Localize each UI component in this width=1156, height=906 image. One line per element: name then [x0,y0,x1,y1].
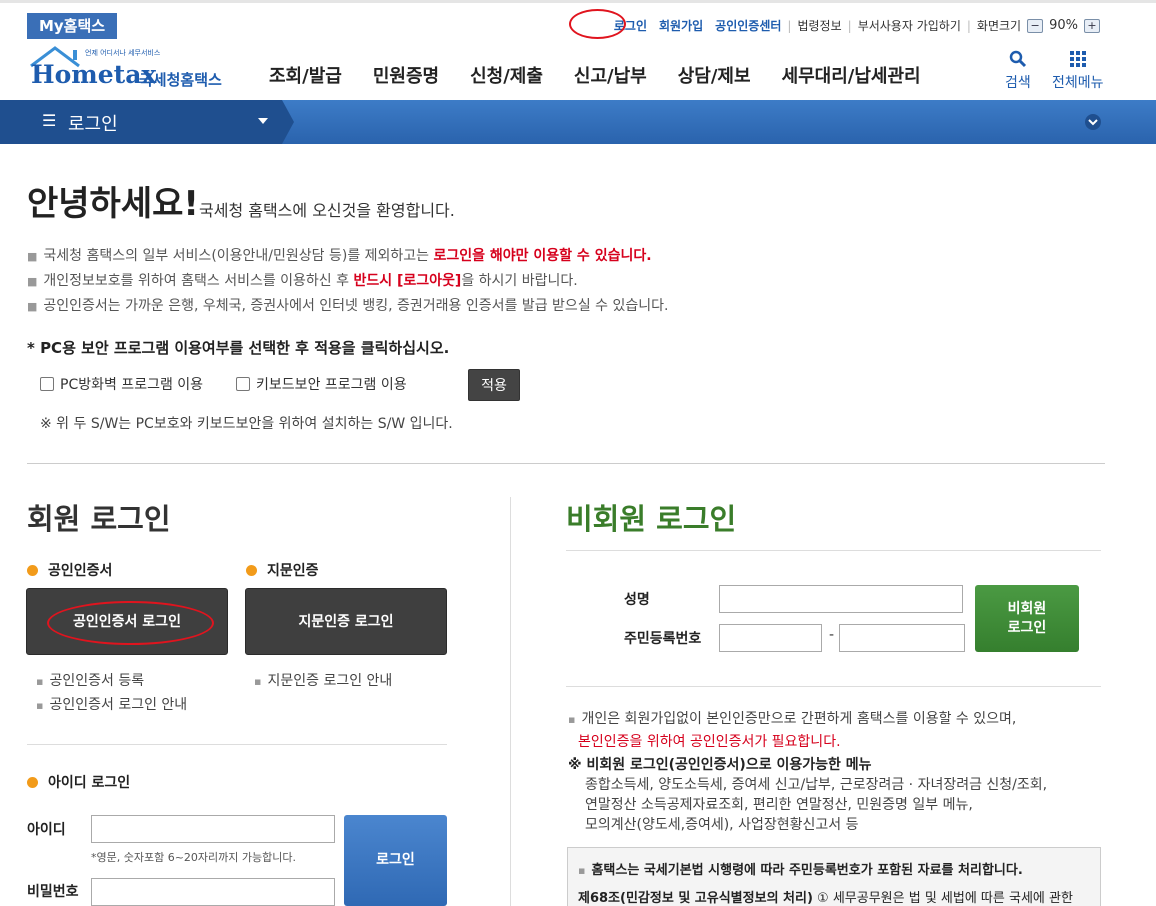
id-field-label: 아이디 [27,822,66,838]
greeting-subtitle: 국세청 홈택스에 오신것을 환영합니다. [199,201,455,220]
divider [566,550,1101,551]
search-tool[interactable]: 검색 [1005,50,1031,92]
apply-button[interactable]: 적용 [468,369,520,401]
security-options: PC방화벽 프로그램 이용 키보드보안 프로그램 이용 [40,374,407,394]
privacy-notice-heading: ▪ 홈택스는 국세기본법 시행령에 따라 주민등록번호가 포함된 자료를 처리합니… [578,863,1023,878]
caret-down-icon[interactable] [258,118,268,124]
utility-links: 로그인 회원가입 공인인증센터 | 법령정보 | 부서사용자 가입하기 | 화면… [614,17,1100,34]
logo-wordmark: Hometax [31,60,157,89]
zoom-control: − 90% + [1027,18,1100,33]
cert-register-link[interactable]: ▪ 공인인증서 등록 [36,670,144,690]
cert-center-link[interactable]: 공인인증센터 [715,17,781,34]
zoom-value: 90% [1049,18,1078,33]
logo-tagline: 언제 어디서나 세무서비스 [85,49,161,57]
nav-item-application[interactable]: 신청/제출 [470,62,543,88]
firewall-checkbox[interactable] [40,377,54,391]
grid-icon [1052,50,1104,72]
logo-subtitle: 국세청홈택스 [139,71,222,89]
cert-guide-link[interactable]: ▪ 공인인증서 로그인 안내 [36,694,187,714]
nonmember-info: ▪ 개인은 회원가입없이 본인인증만으로 간편하게 홈택스를 이용할 수 있으며,… [568,711,1017,750]
zoom-in-button[interactable]: + [1084,18,1100,33]
divider [566,686,1101,687]
dept-user-signup-link[interactable]: 부서사용자 가입하기 [858,17,961,34]
nonmember-menu-list: 종합소득세, 양도소득세, 증여세 신고/납부, 근로장려금 · 자녀장려금 신… [585,777,1048,833]
keyboard-security-checkbox[interactable] [236,377,251,391]
screen-size-label: 화면크기 [976,19,1022,33]
note-item: ■ 개인정보보호를 위하여 홈택스 서비스를 이용하신 후 반드시 [로그아웃]을… [27,273,578,289]
id-hint: *영문, 숫자포함 6~20자리까지 가능합니다. [91,851,296,864]
password-field-label: 비밀번호 [27,884,79,900]
all-menu-tool[interactable]: 전체메뉴 [1052,50,1104,92]
software-note: ※ 위 두 S/W는 PC보호와 키보드보안을 위하여 설치하는 S/W 입니다… [40,416,453,432]
rrn-first-input[interactable] [719,624,822,652]
divider [27,463,1105,464]
vertical-divider [510,497,511,906]
nonmember-login-title: 비회원 로그인 [566,502,737,536]
password-input[interactable] [91,878,335,906]
fingerprint-login-button[interactable]: 지문인증 로그인 [245,588,447,655]
fingerprint-guide-link[interactable]: ▪ 지문인증 로그인 안내 [254,670,392,690]
note-item: ■ 국세청 홈택스의 일부 서비스(이용안내/민원상담 등)를 제외하고는 로그인… [27,248,652,264]
divider [27,744,447,745]
privacy-notice-text: 제68조(민감정보 및 고유식별정보의 처리) ① 세무공무원은 법 및 세법에… [578,891,1073,906]
pc-security-title: * PC용 보안 프로그램 이용여부를 선택한 후 적용을 클릭하십시오. [27,339,450,357]
rrn-field-label: 주민등록번호 [624,631,702,647]
zoom-out-button[interactable]: − [1027,18,1044,33]
keyboard-security-label: 키보드보안 프로그램 이용 [256,377,407,393]
location-bar: ☰ 로그인 [0,100,1156,144]
hometax-logo[interactable]: 언제 어디서나 세무서비스 Hometax 국세청홈택스 [27,44,237,92]
site-header: 언제 어디서나 세무서비스 Hometax 국세청홈택스 조회/발급 민원증명 … [0,38,1156,100]
greeting-title: 안녕하세요! [27,184,199,224]
note-item: ■ 공인인증서는 가까운 은행, 우체국, 증권사에서 인터넷 뱅킹, 증권거래용… [27,298,669,314]
cert-section-label: 공인인증서 [27,560,112,580]
bullet-icon [27,564,38,576]
rrn-second-input[interactable] [839,624,965,652]
signup-link[interactable]: 회원가입 [659,17,703,34]
my-hometax-button[interactable]: My홈택스 [27,13,117,39]
firewall-label: PC방화벽 프로그램 이용 [60,377,204,393]
nav-item-counsel[interactable]: 상담/제보 [678,62,751,88]
nonmember-login-button[interactable]: 비회원 로그인 [975,585,1079,652]
id-login-label: 아이디 로그인 [27,772,130,792]
expand-circle-icon[interactable] [1085,114,1101,130]
nav-item-inquiry[interactable]: 조회/발급 [269,62,342,88]
member-login-title: 회원 로그인 [27,502,171,536]
rrn-dash: - [829,627,835,643]
name-input[interactable] [719,585,963,613]
bullet-icon [27,776,38,788]
fingerprint-section-label: 지문인증 [246,560,319,580]
nav-item-certificate[interactable]: 민원증명 [373,62,439,88]
search-label: 검색 [1005,75,1031,91]
law-info-link[interactable]: 법령정보 [797,17,841,34]
login-highlight-circle [569,9,626,39]
id-login-button[interactable]: 로그인 [344,815,447,906]
hamburger-icon[interactable]: ☰ [42,111,56,130]
nav-item-report-payment[interactable]: 신고/납부 [574,62,647,88]
all-menu-label: 전체메뉴 [1052,75,1104,91]
bullet-icon [246,564,257,576]
login-notes: ■ 국세청 홈택스의 일부 서비스(이용안내/민원상담 등)를 제외하고는 로그인… [27,244,668,319]
nav-item-tax-agent[interactable]: 세무대리/납세관리 [782,62,921,88]
nonmember-menu-title: ※ 비회원 로그인(공인인증서)으로 이용가능한 메뉴 [568,757,872,773]
name-field-label: 성명 [624,592,650,608]
search-icon [1005,50,1031,72]
location-label: 로그인 [68,114,118,135]
cert-login-highlight-circle [47,601,214,645]
main-nav: 조회/발급 민원증명 신청/제출 신고/납부 상담/제보 세무대리/납세관리 [269,62,952,88]
id-input[interactable] [91,815,335,843]
